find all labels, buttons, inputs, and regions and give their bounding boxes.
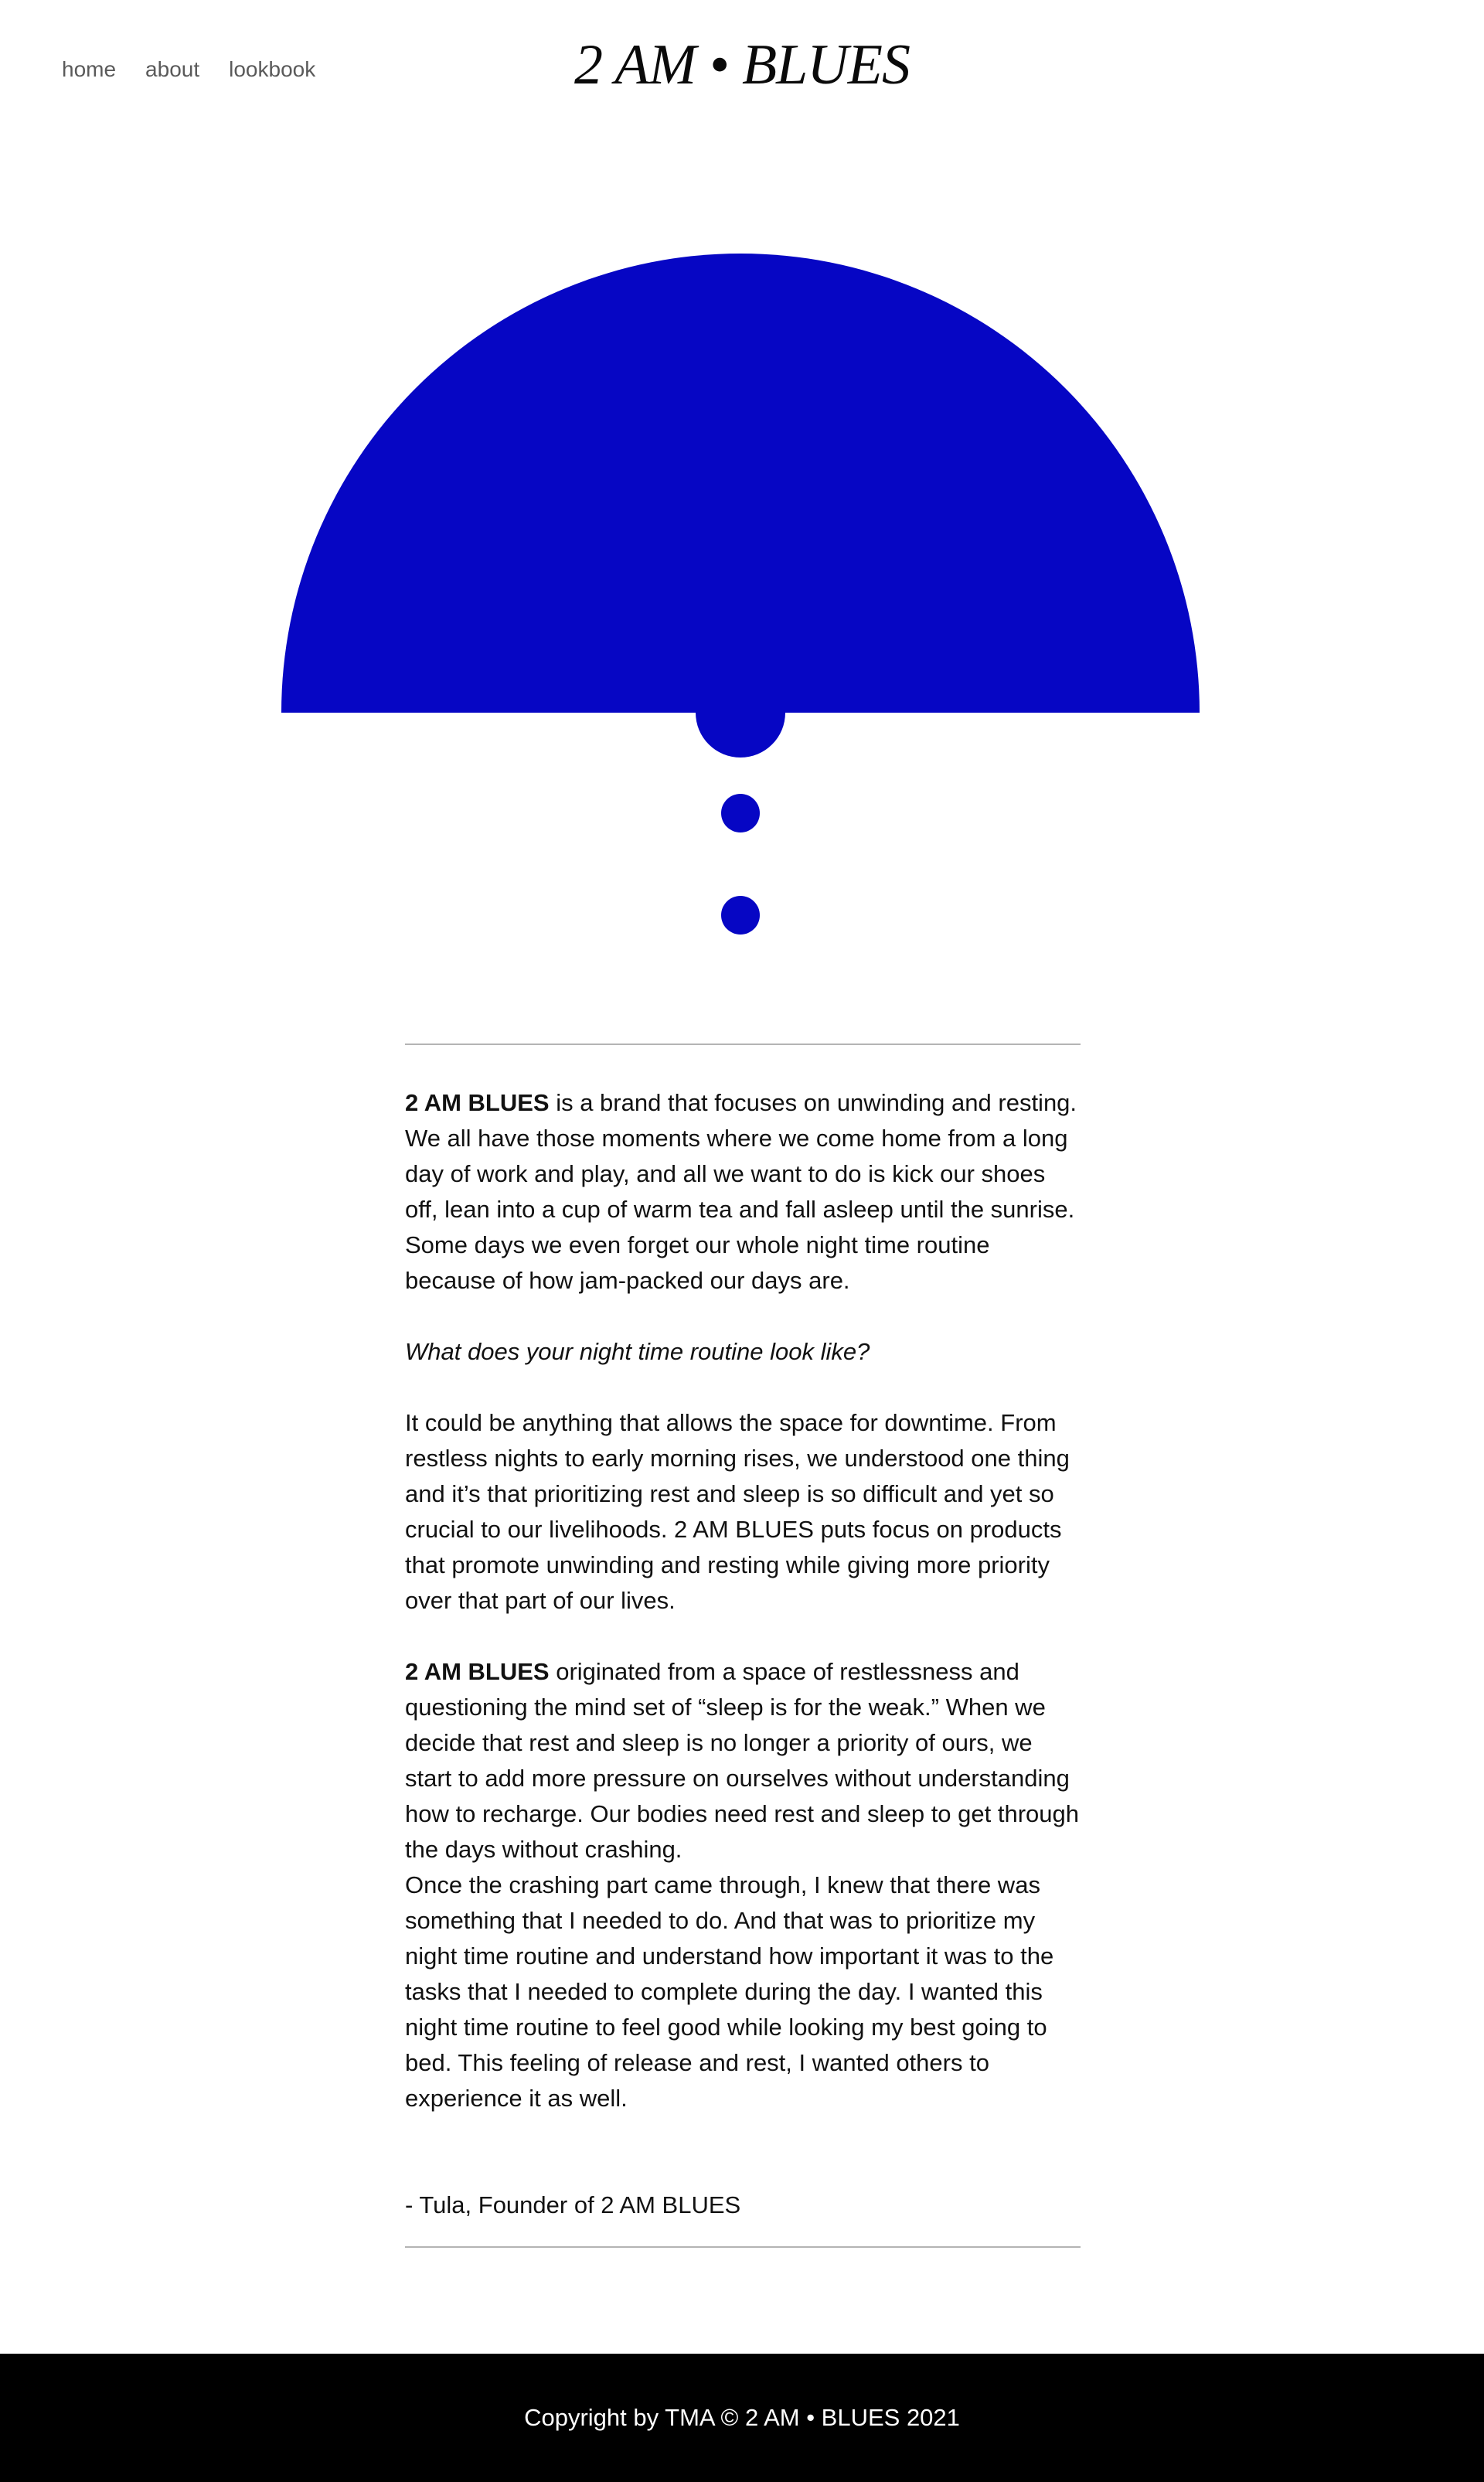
moon-rising-icon	[281, 254, 1200, 935]
about-paragraph-founder-story: Once the crashing part came through, I k…	[405, 1871, 1054, 2112]
about-content: 2 AM BLUES is a brand that focuses on un…	[405, 1044, 1081, 2248]
about-paragraph-origin: 2 AM BLUES originated from a space of re…	[405, 1654, 1081, 1867]
about-question: What does your night time routine look l…	[405, 1338, 870, 1365]
moon-drop-large	[696, 713, 785, 758]
footer-copyright: Copyright by TMA © 2 AM • BLUES 2021	[524, 2404, 960, 2431]
about-intro-text: is a brand that focuses on unwinding and…	[405, 1089, 1077, 1294]
moon-dot-bottom	[721, 896, 760, 935]
about-paragraph-intro: 2 AM BLUES is a brand that focuses on un…	[405, 1085, 1081, 1299]
site-header: home about lookbook 2 AM • BLUES	[0, 0, 1484, 139]
moon-dot-middle	[721, 794, 760, 832]
divider-top	[405, 1044, 1081, 1045]
founder-signature: - Tula, Founder of 2 AM BLUES	[405, 2191, 741, 2218]
brand-name-bold: 2 AM BLUES	[405, 1089, 550, 1116]
brand-name-bold: 2 AM BLUES	[405, 1658, 550, 1685]
about-paragraph-downtime: It could be anything that allows the spa…	[405, 1409, 1070, 1614]
page: home about lookbook 2 AM • BLUES 2 AM BL…	[0, 0, 1484, 2482]
about-origin-text: originated from a space of restlessness …	[405, 1658, 1080, 1863]
divider-bottom	[405, 2246, 1081, 2248]
site-footer: Copyright by TMA © 2 AM • BLUES 2021	[0, 2354, 1484, 2482]
site-logo[interactable]: 2 AM • BLUES	[0, 32, 1484, 98]
moon-half-disc	[281, 254, 1200, 713]
